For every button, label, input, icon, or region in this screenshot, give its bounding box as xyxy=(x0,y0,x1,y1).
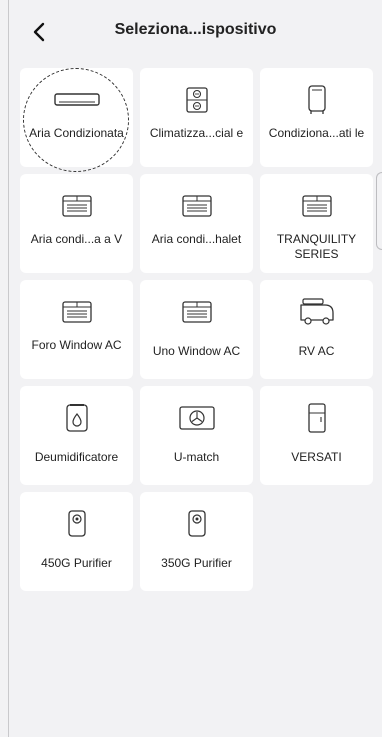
device-tile-tranquility-series[interactable]: TRANQUILITY SERIES xyxy=(260,174,373,273)
u-match-icon xyxy=(174,402,220,434)
device-tile-aria-condizionata-v[interactable]: Aria condi...a a V xyxy=(20,174,133,273)
commercial-ac-icon xyxy=(174,84,220,116)
tile-label: Aria condi...a a V xyxy=(30,232,123,246)
device-tile-450g-purifier[interactable]: 450G Purifier xyxy=(20,492,133,591)
device-tile-climatizzatore-commerciale[interactable]: Climatizza...cial e xyxy=(140,68,253,167)
tile-label: Condiziona...ati le xyxy=(268,126,365,140)
device-tile-u-match[interactable]: U-match xyxy=(140,386,253,485)
portable-ac-icon xyxy=(294,84,340,116)
tile-label: Climatizza...cial e xyxy=(149,126,244,140)
device-tile-deumidificatore[interactable]: Deumidificatore xyxy=(20,386,133,485)
purifier-icon xyxy=(174,508,220,540)
tile-label: VERSATI xyxy=(291,450,342,464)
split-ac-icon xyxy=(53,84,100,116)
side-panel-handle[interactable] xyxy=(376,172,382,250)
tile-label: Aria Condizionata xyxy=(29,126,124,140)
tile-label: Foro Window AC xyxy=(31,338,122,352)
purifier-icon xyxy=(54,508,100,540)
chevron-left-icon xyxy=(33,22,45,42)
page-title: Seleziona...ispositivo xyxy=(114,21,277,38)
device-tile-350g-purifier[interactable]: 350G Purifier xyxy=(140,492,253,591)
window-unit-icon xyxy=(174,190,220,222)
tile-label: U-match xyxy=(173,450,220,464)
device-tile-uno-window-ac[interactable]: Uno Window AC xyxy=(140,280,253,379)
window-unit-icon xyxy=(54,296,100,328)
tile-label: Deumidificatore xyxy=(34,450,119,464)
device-tile-aria-condizionata[interactable]: Aria Condizionata xyxy=(20,68,133,172)
device-tile-rv-ac[interactable]: RV AC xyxy=(260,280,373,379)
tile-label: 450G Purifier xyxy=(41,556,112,570)
device-grid: Aria Condizionata Climatizza...cial e Co… xyxy=(20,68,373,591)
left-frame-edge xyxy=(8,0,9,737)
top-bar: Seleziona...ispositivo xyxy=(9,0,382,60)
back-button[interactable] xyxy=(25,18,53,46)
device-tile-versati[interactable]: VERSATI xyxy=(260,386,373,485)
tile-label: 350G Purifier xyxy=(161,556,232,570)
rv-icon xyxy=(294,296,340,328)
window-unit-icon xyxy=(294,190,340,222)
device-tile-foro-window-ac[interactable]: Foro Window AC xyxy=(20,280,133,379)
dehumidifier-icon xyxy=(54,402,100,434)
device-tile-aria-condizionata-chalet[interactable]: Aria condi...halet xyxy=(140,174,253,273)
device-tile-condizionatore-portatile[interactable]: Condiziona...ati le xyxy=(260,68,373,167)
tile-label: RV AC xyxy=(298,344,335,358)
tile-label: Aria condi...halet xyxy=(151,232,242,246)
tile-label: TRANQUILITY SERIES xyxy=(276,232,357,261)
window-unit-icon xyxy=(174,296,220,328)
window-unit-icon xyxy=(54,190,100,222)
fridge-icon xyxy=(294,402,340,434)
tile-label: Uno Window AC xyxy=(152,344,241,358)
